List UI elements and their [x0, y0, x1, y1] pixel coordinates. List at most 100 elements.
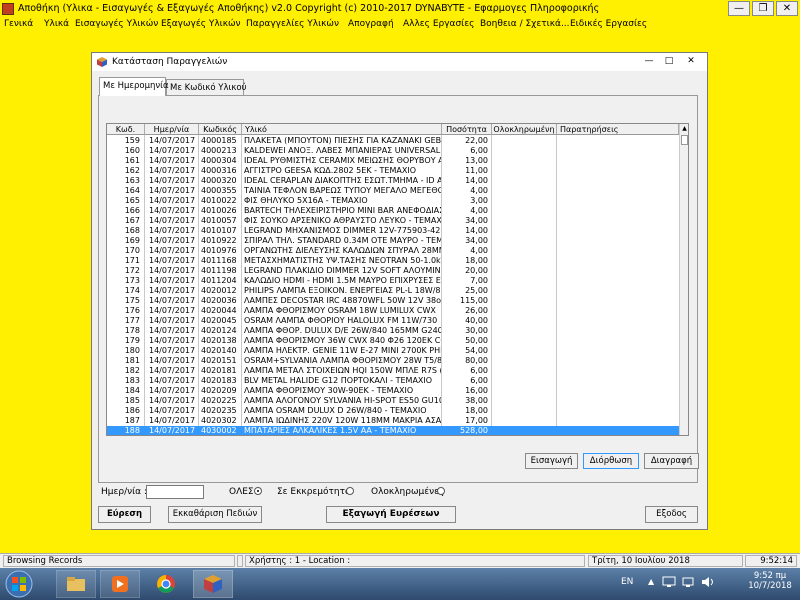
tray-expand-icon[interactable]: ▲ [648, 577, 654, 586]
close-button[interactable]: ✕ [776, 1, 798, 16]
exit-button[interactable]: Εξοδος [645, 506, 698, 523]
table-row[interactable]: 178 14/07/2017 4020124 ΛΑΜΠΑ ΦΘΟΡ. DULUX D/… [107, 326, 679, 336]
cell-quantity: 3,00 [470, 196, 488, 205]
dialog-close-button[interactable]: ✕ [682, 55, 700, 68]
delete-button[interactable]: Διαγραφή [644, 453, 699, 469]
network-icon[interactable] [682, 576, 696, 588]
cell-material: ΜΠΑΤΑΡΙΕΣ ΑΛΚΑΛΙΚΕΣ 1.5V AA - ΤΕΜΑΧΙΟ [244, 426, 417, 435]
menu-special-tasks[interactable]: Ειδικές Εργασίες [570, 19, 647, 29]
column-header-code[interactable]: Κωδικός [199, 124, 242, 135]
menu-help-about[interactable]: Βοηθεια / Σχετικά... [480, 19, 570, 29]
cell-id: 165 [124, 196, 140, 205]
column-header-material[interactable]: Υλικό [242, 124, 442, 135]
cell-date: 14/07/2017 [149, 426, 196, 435]
cell-code: 4020235 [201, 406, 237, 415]
radio-completed[interactable] [437, 487, 445, 495]
table-row[interactable]: 180 14/07/2017 4020140 ΛΑΜΠΑ ΗΛΕΚΤΡ. GENIE … [107, 346, 679, 356]
cell-date: 14/07/2017 [149, 286, 196, 295]
menu-exports[interactable]: Εξαγωγές Υλικών [161, 19, 241, 29]
table-row[interactable]: 159 14/07/2017 4000185 ΠΛΑΚΕΤΑ (ΜΠΟΥΤΟΝ) ΠΙ… [107, 136, 679, 146]
maximize-button[interactable]: ❐ [752, 1, 774, 16]
menu-materials[interactable]: Υλικά [44, 19, 69, 29]
menu-inventory[interactable]: Απογραφή [348, 19, 394, 29]
table-row[interactable]: 168 14/07/2017 4010107 LEGRAND ΜΗΧΑΝΙΣΜΟΣ D… [107, 226, 679, 236]
column-header-id[interactable]: Κωδ. [107, 124, 145, 135]
table-row[interactable]: 185 14/07/2017 4020225 ΛΑΜΠΑ ΑΛΟΓΟΝΟΥ SYLVA… [107, 396, 679, 406]
cell-material: OSRAM+SYLVANIA ΛΑΜΠΑ ΦΘΟΡΙΣΜΟΥ 28W T5/8 [244, 356, 441, 365]
search-button[interactable]: Εύρεση [98, 506, 151, 523]
table-row[interactable]: 166 14/07/2017 4010026 BARTECH ΤΗΛΕΧΕΙΡΙΣΤΗ… [107, 206, 679, 216]
cell-id: 164 [124, 186, 140, 195]
edit-button[interactable]: Διόρθωση [583, 453, 639, 469]
language-indicator[interactable]: EN [621, 577, 633, 587]
table-row[interactable]: 174 14/07/2017 4020012 PHILIPS ΛΑΜΠΑ ΕΞΟΙΚΟ… [107, 286, 679, 296]
warehouse-app-icon[interactable] [193, 570, 233, 598]
menu-other-tasks[interactable]: Αλλες Εργασίες [403, 19, 474, 29]
table-row[interactable]: 164 14/07/2017 4000355 ΤΑΙΝΙΑ ΤΕΦΛΟΝ ΒΑΡΕΩΣ… [107, 186, 679, 196]
cell-quantity: 17,00 [465, 416, 488, 425]
cell-date: 14/07/2017 [149, 296, 196, 305]
table-row[interactable]: 167 14/07/2017 4010057 ΦΙΣ ΣΟΥΚΟ ΑΡΣΕΝΙΚΟ Α… [107, 216, 679, 226]
cell-material: ΛΑΜΠΑ OSRAM DULUX D 26W/840 - ΤΕΜΑΧΙΟ [244, 406, 427, 415]
scroll-up-arrow-icon[interactable]: ▲ [680, 124, 688, 133]
minimize-button[interactable]: — [728, 1, 750, 16]
table-row[interactable]: 172 14/07/2017 4011198 LEGRAND ΠΛΑΚΙΔΙΟ DIM… [107, 266, 679, 276]
media-player-icon[interactable] [100, 570, 140, 598]
cell-quantity: 6,00 [470, 146, 488, 155]
table-row[interactable]: 188 14/07/2017 4030002 ΜΠΑΤΑΡΙΕΣ ΑΛΚΑΛΙΚΕΣ … [107, 426, 679, 435]
cell-code: 4020036 [201, 296, 237, 305]
table-row[interactable]: 161 14/07/2017 4000304 IDEAL ΡΥΘΜΙΣΤΗΣ CERA… [107, 156, 679, 166]
table-row[interactable]: 170 14/07/2017 4010976 ΟΡΓΑΝΩΤΗΣ ΔΙΕΛΕΥΣΗΣ … [107, 246, 679, 256]
orders-grid[interactable]: Κωδ. Ημερ/νία Κωδικός Υλικό Ποσότητα Ολο… [106, 123, 689, 436]
cell-id: 187 [124, 416, 140, 425]
table-row[interactable]: 163 14/07/2017 4000320 IDEAL CERAPLAN ΔΙΑΚΟ… [107, 176, 679, 186]
radio-all[interactable] [254, 487, 262, 495]
tab-by-material-code[interactable]: Με Κωδικό Υλικού [166, 79, 247, 95]
cell-code: 4011168 [201, 256, 237, 265]
table-row[interactable]: 160 14/07/2017 4000213 KALDEWEI ΑΝΟΞ. ΛΑΒΕΣ… [107, 146, 679, 156]
clear-fields-button[interactable]: Εκκαθάριση Πεδιών [168, 506, 262, 523]
column-header-date[interactable]: Ημερ/νία [145, 124, 199, 135]
table-row[interactable]: 173 14/07/2017 4011204 ΚΑΛΩΔΙΟ HDMI - HDMI … [107, 276, 679, 286]
table-row[interactable]: 171 14/07/2017 4011168 ΜΕΤΑΣΧΗΜΑΤΙΣΤΗΣ ΥΨ.Τ… [107, 256, 679, 266]
table-row[interactable]: 186 14/07/2017 4020235 ΛΑΜΠΑ OSRAM DULUX D … [107, 406, 679, 416]
date-input[interactable] [146, 485, 204, 499]
action-center-icon[interactable] [662, 576, 676, 588]
dialog-maximize-button[interactable]: □ [660, 55, 678, 68]
dialog-minimize-button[interactable]: — [640, 55, 658, 68]
cell-date: 14/07/2017 [149, 306, 196, 315]
column-header-quantity[interactable]: Ποσότητα [442, 124, 492, 135]
menu-orders[interactable]: Παραγγελίες Υλικών [246, 19, 339, 29]
chrome-icon[interactable] [146, 570, 186, 598]
scroll-thumb[interactable] [681, 135, 688, 145]
start-button-icon[interactable] [4, 570, 34, 598]
column-header-notes[interactable]: Παρατηρήσεις [557, 124, 679, 135]
cell-material: ΦΙΣ ΘΗΛΥΚΟ 5Χ16Α - ΤΕΜΑΧΙΟ [244, 196, 368, 205]
radio-completed-label: Ολοκληρωμένες [371, 487, 445, 497]
table-row[interactable]: 176 14/07/2017 4020044 ΛΑΜΠΑ ΦΘΟΡΙΣΜΟΥ OSRA… [107, 306, 679, 316]
table-row[interactable]: 183 14/07/2017 4020183 BLV METAL HALIDE G12… [107, 376, 679, 386]
table-row[interactable]: 184 14/07/2017 4020209 ΛΑΜΠΑ ΦΘΟΡΙΣΜΟΥ 30W-… [107, 386, 679, 396]
cell-code: 4020181 [201, 366, 237, 375]
cell-code: 4010976 [201, 246, 237, 255]
table-row[interactable]: 169 14/07/2017 4010922 ΣΠΙΡΑΛ ΤΗΛ. STANDARD… [107, 236, 679, 246]
table-row[interactable]: 177 14/07/2017 4020045 OSRAM ΛΑΜΠΑ ΦΘΟΡΙΟΥ … [107, 316, 679, 326]
table-row[interactable]: 162 14/07/2017 4000316 ΑΓΓΙΣΤΡΟ GEESA ΚΩΔ.2… [107, 166, 679, 176]
export-results-button[interactable]: Εξαγωγή Ευρέσεων [326, 506, 456, 523]
column-header-completed[interactable]: Ολοκληρωμένη [492, 124, 557, 135]
insert-button[interactable]: Εισαγωγή [525, 453, 578, 469]
table-row[interactable]: 182 14/07/2017 4020181 ΛΑΜΠΑ ΜΕΤΑΛ ΣΤΟΙΧΕΙΩ… [107, 366, 679, 376]
table-row[interactable]: 165 14/07/2017 4010022 ΦΙΣ ΘΗΛΥΚΟ 5Χ16Α - Τ… [107, 196, 679, 206]
table-row[interactable]: 187 14/07/2017 4020302 ΛΑΜΠΑ ΙΩΔΙΝΗΣ 220V 1… [107, 416, 679, 426]
vertical-scrollbar[interactable]: ▲ [679, 124, 688, 435]
file-explorer-icon[interactable] [56, 570, 96, 598]
menu-imports[interactable]: Εισαγωγές Υλικών [75, 19, 158, 29]
radio-pending[interactable] [346, 487, 354, 495]
tab-by-date[interactable]: Με Ημερομηνία [99, 77, 169, 96]
taskbar-clock[interactable]: 9:52 πμ 10/7/2018 [748, 571, 792, 591]
menu-general[interactable]: Γενικά [4, 19, 33, 29]
table-row[interactable]: 181 14/07/2017 4020151 OSRAM+SYLVANIA ΛΑΜΠΑ… [107, 356, 679, 366]
volume-icon[interactable] [701, 576, 715, 588]
table-row[interactable]: 179 14/07/2017 4020138 ΛΑΜΠΑ ΦΘΟΡΙΣΜΟΥ 36W … [107, 336, 679, 346]
table-row[interactable]: 175 14/07/2017 4020036 ΛΑΜΠΕΣ DECOSTAR IRC … [107, 296, 679, 306]
